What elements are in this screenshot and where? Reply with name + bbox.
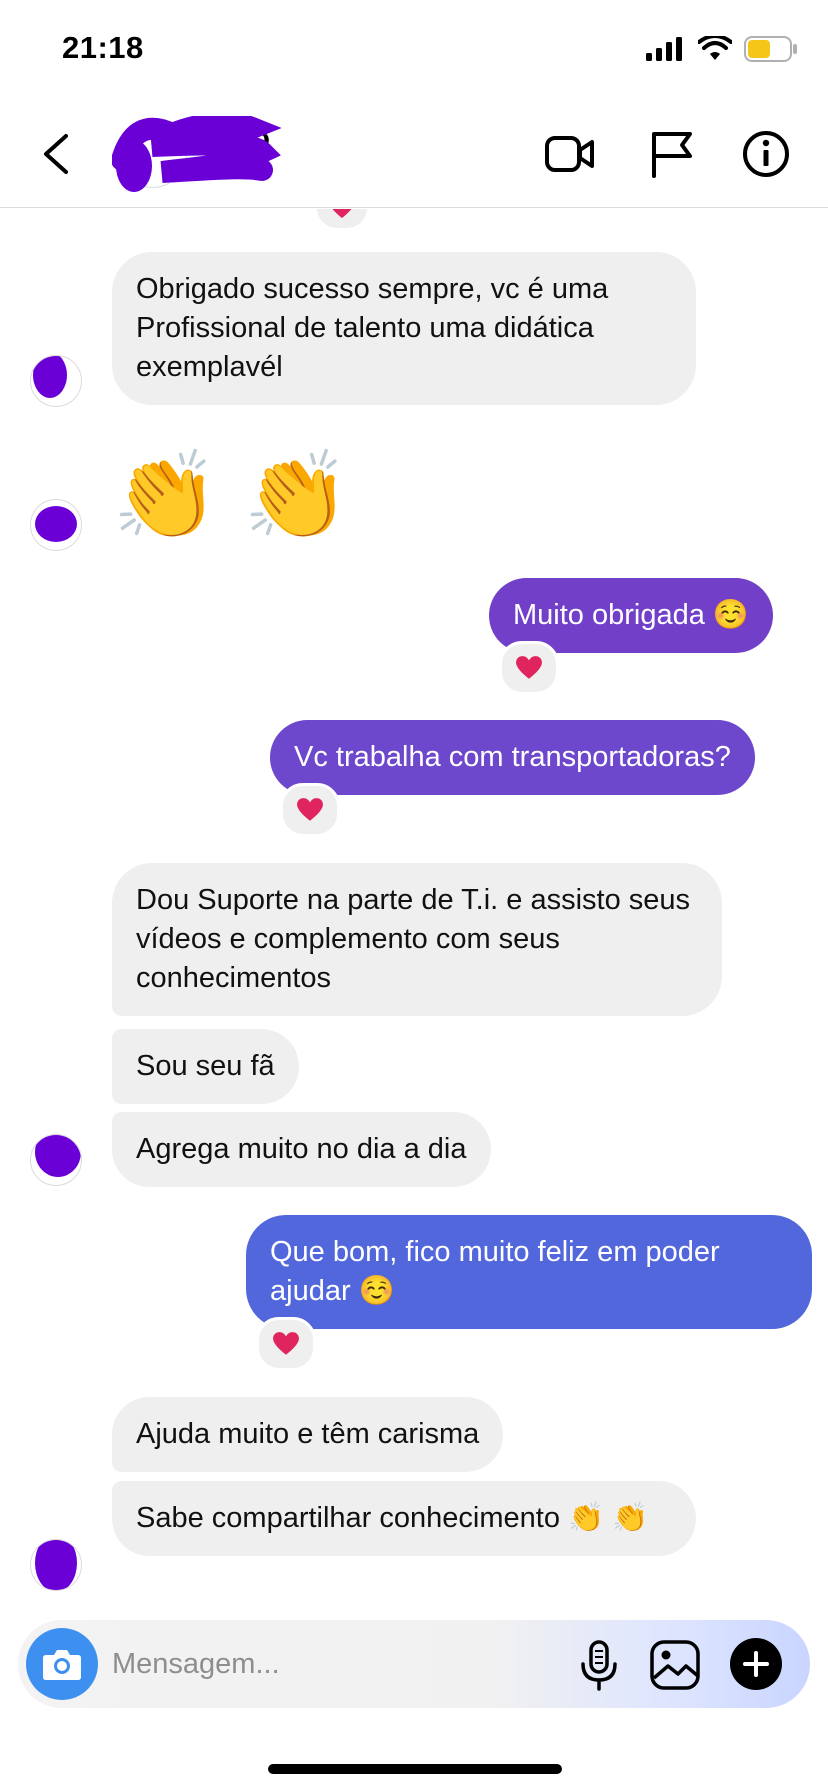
sender-avatar[interactable]	[30, 355, 82, 407]
received-message[interactable]: Dou Suporte na parte de T.i. e assisto s…	[112, 863, 722, 1016]
back-arrow-icon[interactable]	[36, 130, 76, 178]
message-input[interactable]	[112, 1642, 492, 1686]
home-indicator[interactable]	[268, 1764, 562, 1774]
heart-icon	[273, 1332, 299, 1355]
received-message[interactable]: Sou seu fã	[112, 1029, 299, 1104]
emoji-message[interactable]: 👏 👏	[112, 446, 350, 546]
flag-icon[interactable]	[646, 128, 698, 180]
heart-icon	[516, 656, 542, 679]
heart-icon	[332, 209, 352, 218]
message-thread[interactable]: Obrigado sucesso sempre, vc é uma Profis…	[0, 209, 828, 1614]
reaction-badge[interactable]	[256, 1317, 316, 1371]
conversation-header: Julio	[0, 100, 828, 208]
add-content-button[interactable]	[730, 1638, 782, 1690]
camera-icon	[43, 1650, 81, 1680]
heart-icon	[297, 798, 323, 821]
sender-avatar[interactable]	[30, 1134, 82, 1186]
received-message[interactable]: Obrigado sucesso sempre, vc é uma Profis…	[112, 252, 696, 405]
status-time: 21:18	[62, 30, 144, 65]
redaction-scribble	[112, 116, 282, 192]
received-message[interactable]: Ajuda muito e têm carisma	[112, 1397, 504, 1472]
sent-message[interactable]: Que bom, fico muito feliz em poder ajuda…	[246, 1215, 812, 1329]
sender-avatar[interactable]	[30, 1539, 82, 1591]
wifi-icon	[698, 36, 732, 60]
status-bar: 21:18	[0, 0, 828, 100]
reaction-badge[interactable]	[499, 641, 559, 695]
reaction-badge-partial[interactable]	[314, 209, 370, 231]
info-icon[interactable]	[740, 128, 792, 180]
plus-icon	[743, 1651, 769, 1677]
gallery-icon[interactable]	[648, 1638, 702, 1692]
received-message[interactable]: Sabe compartilhar conhecimento 👏 👏	[112, 1481, 696, 1556]
microphone-icon[interactable]	[572, 1638, 626, 1692]
battery-icon	[744, 36, 797, 62]
sent-message[interactable]: Vc trabalha com transportadoras?	[270, 720, 755, 795]
status-icons	[646, 34, 798, 64]
sender-avatar[interactable]	[30, 499, 82, 551]
reaction-badge[interactable]	[280, 783, 340, 837]
video-call-icon[interactable]	[544, 128, 596, 180]
received-message[interactable]: Agrega muito no dia a dia	[112, 1112, 491, 1187]
cellular-signal-icon	[646, 37, 682, 61]
message-composer	[18, 1620, 810, 1708]
camera-button[interactable]	[26, 1628, 98, 1700]
